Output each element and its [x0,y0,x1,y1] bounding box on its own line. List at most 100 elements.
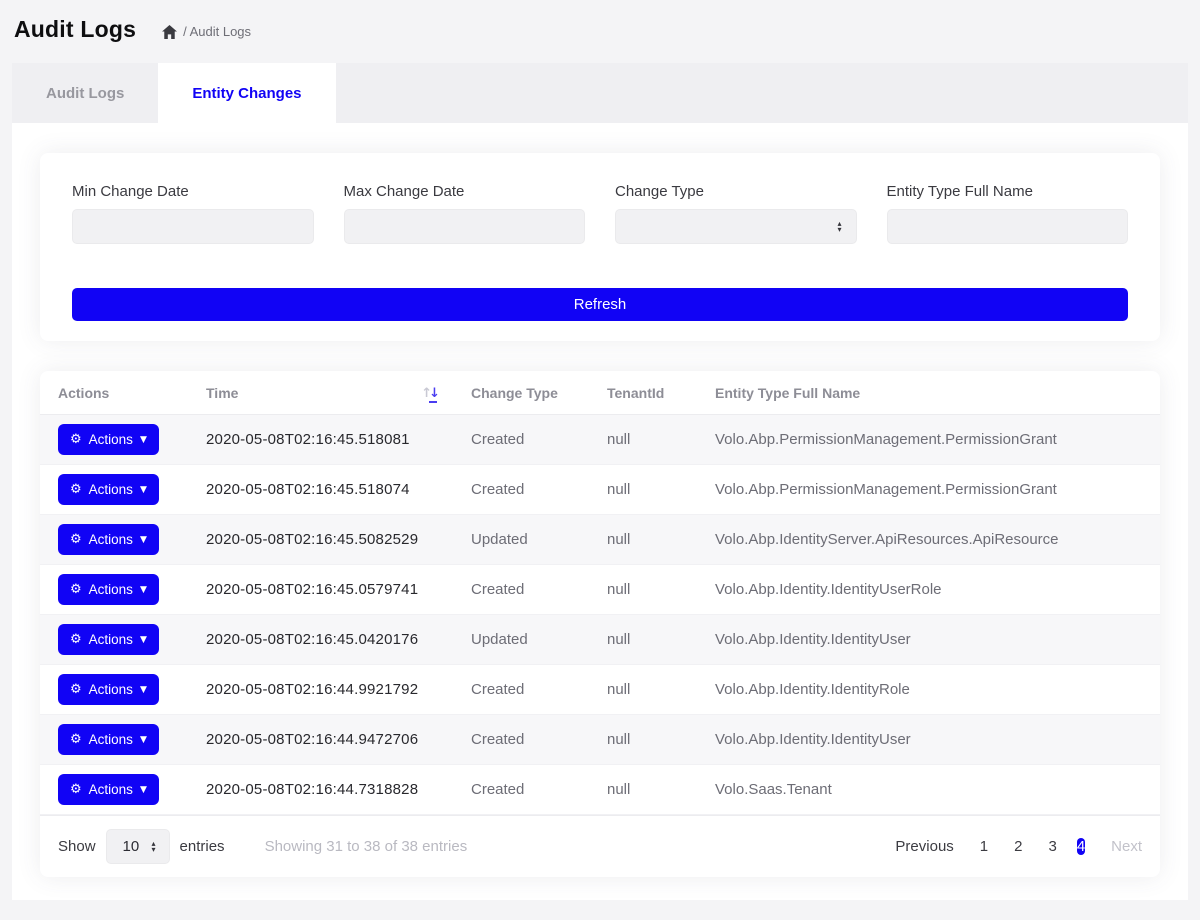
header-time[interactable]: Time ↑↓ [190,371,455,415]
cell-tenant-id: null [591,465,699,515]
header-tenant-id: TenantId [591,371,699,415]
page-header: Audit Logs / Audit Logs [0,0,1200,53]
row-actions-button[interactable]: ⚙ Actions ▼ [58,524,159,555]
filter-field-change-type: Change Type ▴▾ [615,183,857,244]
cell-change-type: Created [455,415,591,465]
table-row: ⚙ Actions ▼ 2020-05-08T02:16:44.9472706 … [40,715,1160,765]
pagination-page-2[interactable]: 2 [1014,838,1022,855]
tab-audit-logs[interactable]: Audit Logs [12,63,158,123]
row-actions-button[interactable]: ⚙ Actions ▼ [58,424,159,455]
header-actions: Actions [40,371,190,415]
row-actions-button[interactable]: ⚙ Actions ▼ [58,674,159,705]
gear-icon: ⚙ [70,632,82,647]
cell-change-type: Created [455,565,591,615]
tab-entity-changes[interactable]: Entity Changes [158,63,335,123]
change-type-select[interactable]: ▴▾ [615,209,857,244]
row-actions-button[interactable]: ⚙ Actions ▼ [58,624,159,655]
cell-change-type: Created [455,765,591,815]
caret-down-icon: ▼ [140,685,147,695]
table-footer: Show 10 ▴▾ entries Showing 31 to 38 of 3… [40,815,1160,877]
filter-field-max-change-date: Max Change Date [344,183,586,244]
caret-down-icon: ▼ [140,785,147,795]
cell-change-type: Created [455,465,591,515]
entries-label: entries [180,838,225,855]
page-size-value: 10 [123,838,140,855]
show-label: Show [58,838,96,855]
gear-icon: ⚙ [70,582,82,597]
cell-tenant-id: null [591,765,699,815]
cell-change-type: Created [455,665,591,715]
table-row: ⚙ Actions ▼ 2020-05-08T02:16:45.0420176 … [40,615,1160,665]
cell-entity-type: Volo.Abp.PermissionManagement.Permission… [699,465,1160,515]
refresh-button[interactable]: Refresh [72,288,1128,321]
gear-icon: ⚙ [70,682,82,697]
table-row: ⚙ Actions ▼ 2020-05-08T02:16:45.518074 C… [40,465,1160,515]
page-size-select[interactable]: 10 ▴▾ [106,829,170,864]
table-row: ⚙ Actions ▼ 2020-05-08T02:16:44.9921792 … [40,665,1160,715]
cell-tenant-id: null [591,615,699,665]
pagination-page-1[interactable]: 1 [980,838,988,855]
pagination-page-4[interactable]: 4 [1077,838,1085,855]
gear-icon: ⚙ [70,432,82,447]
showing-text: Showing 31 to 38 of 38 entries [265,838,468,855]
caret-down-icon: ▼ [140,735,147,745]
cell-change-type: Updated [455,515,591,565]
filter-card: Min Change Date Max Change Date Change T… [40,153,1160,341]
cell-tenant-id: null [591,515,699,565]
table-row: ⚙ Actions ▼ 2020-05-08T02:16:44.7318828 … [40,765,1160,815]
entity-changes-table: Actions Time ↑↓ Change Type TenantId Ent… [40,371,1160,815]
pagination: Previous 1 2 3 4 Next [895,832,1142,862]
gear-icon: ⚙ [70,732,82,747]
gear-icon: ⚙ [70,532,82,547]
cell-time: 2020-05-08T02:16:45.0420176 [190,615,455,665]
filter-field-min-change-date: Min Change Date [72,183,314,244]
entity-type-label: Entity Type Full Name [887,183,1129,200]
table-card: Actions Time ↑↓ Change Type TenantId Ent… [40,371,1160,877]
cell-tenant-id: null [591,565,699,615]
cell-time: 2020-05-08T02:16:45.0579741 [190,565,455,615]
select-updown-icon: ▴▾ [152,841,156,853]
caret-down-icon: ▼ [140,485,147,495]
pagination-next[interactable]: Next [1111,838,1142,855]
cell-tenant-id: null [591,665,699,715]
cell-entity-type: Volo.Abp.IdentityServer.ApiResources.Api… [699,515,1160,565]
max-change-date-input[interactable] [344,209,586,244]
sort-icon[interactable]: ↑↓ [421,386,437,401]
cell-entity-type: Volo.Saas.Tenant [699,765,1160,815]
caret-down-icon: ▼ [140,635,147,645]
entity-type-input[interactable] [887,209,1129,244]
change-type-label: Change Type [615,183,857,200]
cell-change-type: Created [455,715,591,765]
row-actions-button[interactable]: ⚙ Actions ▼ [58,724,159,755]
row-actions-button[interactable]: ⚙ Actions ▼ [58,774,159,805]
pagination-previous[interactable]: Previous [895,838,953,855]
row-actions-button[interactable]: ⚙ Actions ▼ [58,474,159,505]
header-change-type: Change Type [455,371,591,415]
table-header-row: Actions Time ↑↓ Change Type TenantId Ent… [40,371,1160,415]
cell-entity-type: Volo.Abp.PermissionManagement.Permission… [699,415,1160,465]
content-panel: Min Change Date Max Change Date Change T… [12,123,1188,900]
home-icon[interactable] [162,25,183,39]
row-actions-button[interactable]: ⚙ Actions ▼ [58,574,159,605]
gear-icon: ⚙ [70,482,82,497]
cell-entity-type: Volo.Abp.Identity.IdentityUserRole [699,565,1160,615]
pagination-page-3[interactable]: 3 [1048,838,1056,855]
breadcrumb: / Audit Logs [162,24,251,39]
cell-change-type: Updated [455,615,591,665]
cell-entity-type: Volo.Abp.Identity.IdentityRole [699,665,1160,715]
table-row: ⚙ Actions ▼ 2020-05-08T02:16:45.0579741 … [40,565,1160,615]
min-change-date-input[interactable] [72,209,314,244]
cell-tenant-id: null [591,415,699,465]
table-row: ⚙ Actions ▼ 2020-05-08T02:16:45.5082529 … [40,515,1160,565]
page-title: Audit Logs [14,16,136,43]
select-updown-icon: ▴▾ [837,221,841,233]
breadcrumb-path: / Audit Logs [183,24,251,39]
gear-icon: ⚙ [70,782,82,797]
cell-time: 2020-05-08T02:16:45.5082529 [190,515,455,565]
tab-strip: Audit Logs Entity Changes [12,63,1188,123]
cell-tenant-id: null [591,715,699,765]
filter-field-entity-type: Entity Type Full Name [887,183,1129,244]
header-entity-type: Entity Type Full Name [699,371,1160,415]
cell-time: 2020-05-08T02:16:44.9921792 [190,665,455,715]
caret-down-icon: ▼ [140,435,147,445]
